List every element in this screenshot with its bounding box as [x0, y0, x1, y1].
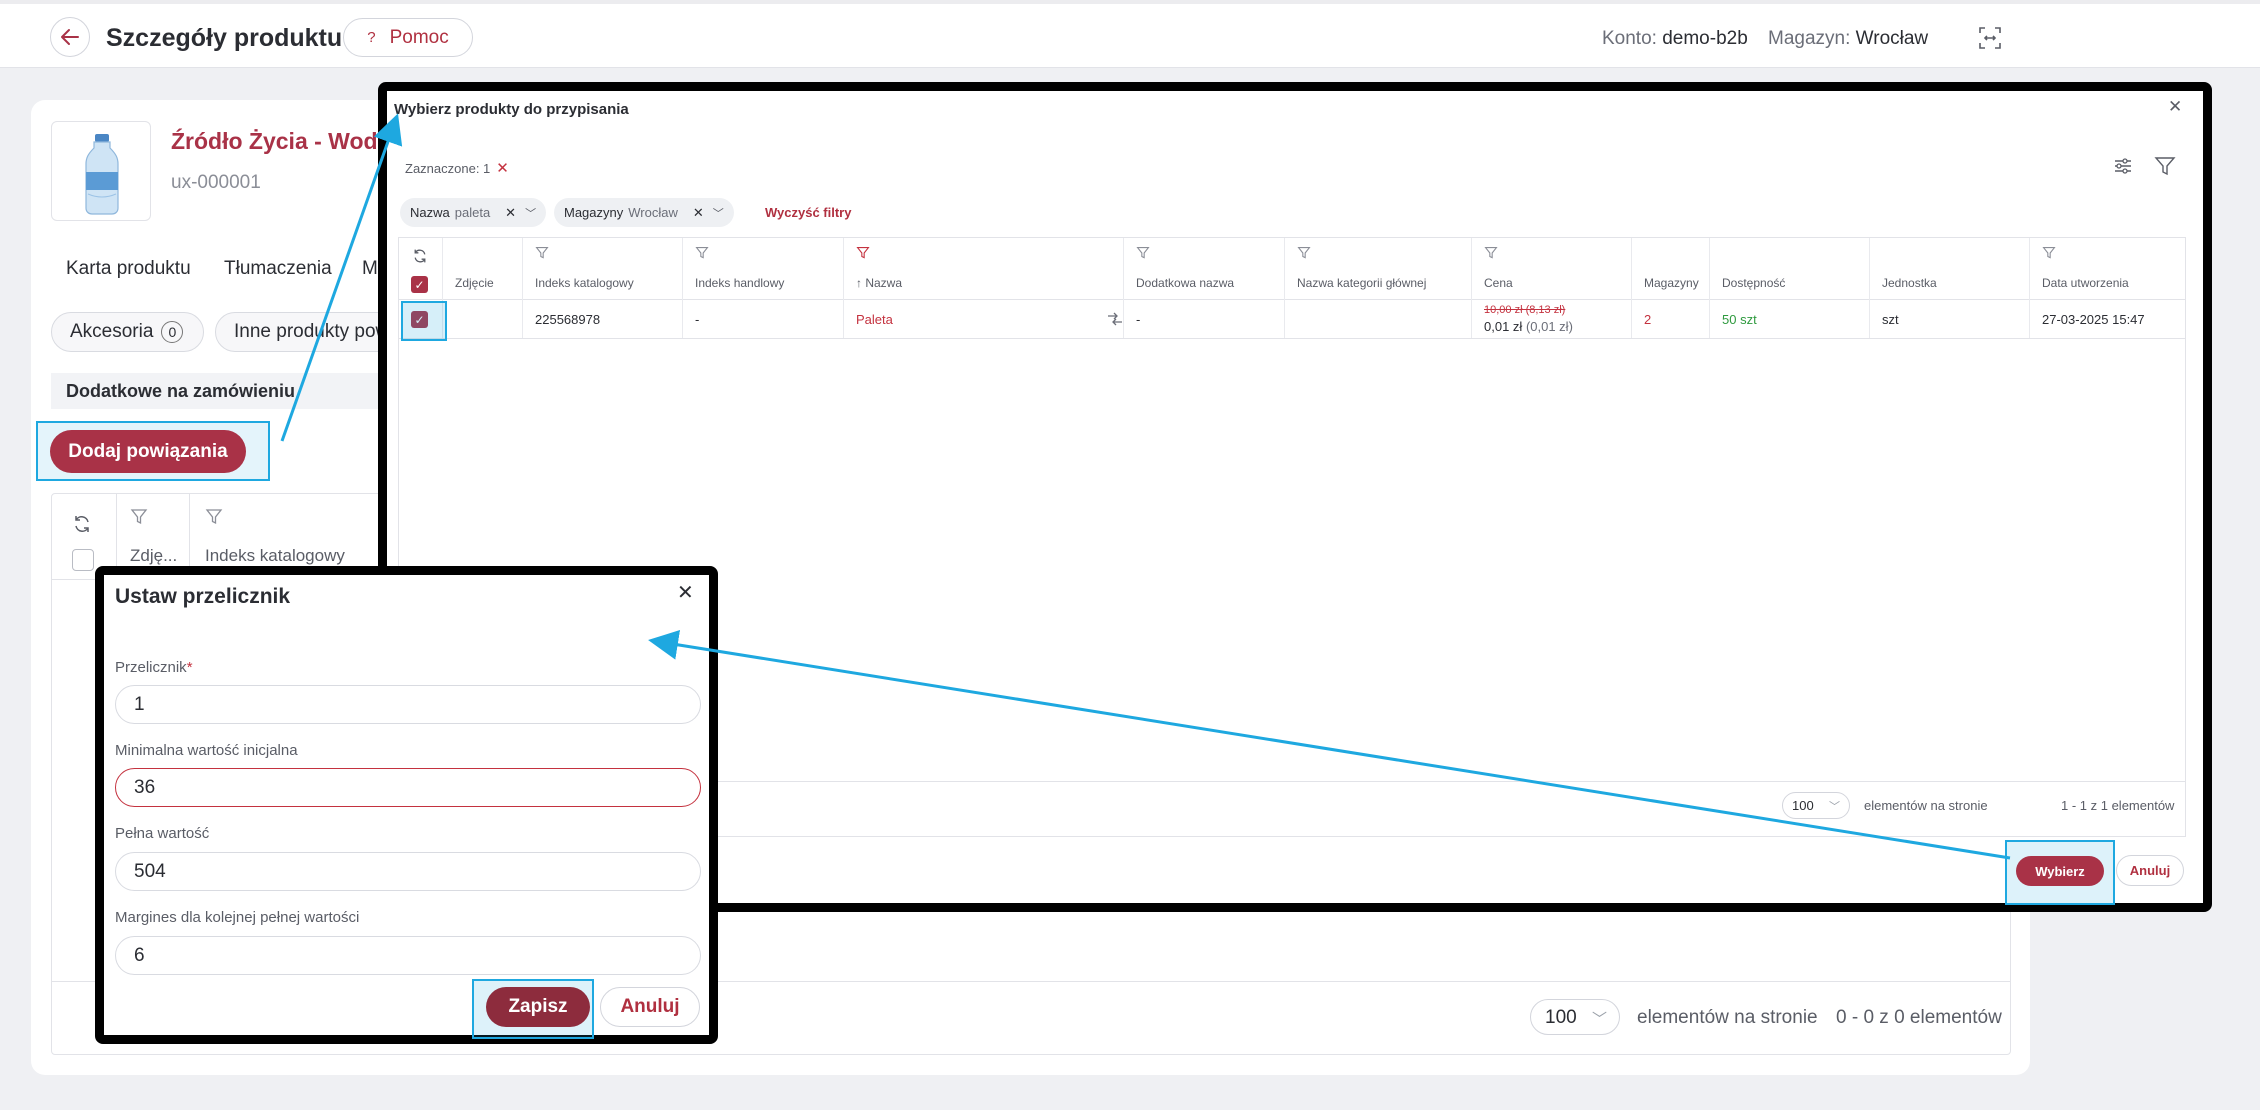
chevron-down-icon[interactable]: ﹀	[713, 205, 724, 221]
margin-label: Margines dla kolejnej pełnej wartości	[115, 909, 360, 926]
column-photo: Zdję...	[130, 546, 178, 565]
column-trade-index: Indeks handlowy	[695, 276, 785, 290]
sort-asc-icon: ↑	[856, 276, 862, 290]
cell-catalog-index: 225568978	[535, 312, 601, 327]
filter-icon[interactable]	[1136, 246, 1150, 260]
converter-label: Przelicznik*	[115, 659, 193, 676]
expand-icon[interactable]	[1978, 26, 2002, 50]
cell-price-new: 0,01 zł (0,01 zł)	[1484, 319, 1573, 334]
column-unit: Jednostka	[1882, 276, 1937, 290]
chevron-down-icon: ﹀	[1829, 801, 1840, 813]
clear-selection-icon[interactable]: ✕	[496, 160, 509, 177]
account-info[interactable]: Konto: demo-b2b	[1602, 28, 1748, 50]
account-value: demo-b2b	[1662, 28, 1748, 49]
page-size-select[interactable]: 100 ﹀	[1782, 792, 1850, 819]
filter-icon[interactable]	[2042, 246, 2056, 260]
range-label: 0 - 0 z 0 elementów	[1836, 1007, 2002, 1028]
cell-warehouses[interactable]: 2	[1644, 312, 1651, 327]
full-value-label: Pełna wartość	[115, 825, 210, 842]
full-value-input[interactable]: 504	[115, 852, 701, 891]
column-name[interactable]: ↑ Nazwa	[856, 276, 902, 290]
remove-filter-icon[interactable]: ✕	[693, 205, 704, 221]
column-photo: Zdjęcie	[455, 276, 494, 290]
back-button[interactable]	[50, 17, 90, 57]
tab-more[interactable]: M	[362, 258, 378, 280]
close-icon[interactable]: ✕	[677, 580, 694, 605]
product-code: ux-000001	[171, 172, 261, 193]
table-row[interactable]: ✓ 225568978 - Paleta - 10,00 zł (8,13 zł…	[399, 300, 2185, 339]
remove-filter-icon[interactable]: ✕	[505, 205, 516, 221]
page-size-select[interactable]: 100 ﹀	[1530, 999, 1620, 1035]
column-price: Cena	[1484, 276, 1513, 290]
accessories-count: 0	[161, 321, 184, 343]
column-catalog-index: Indeks katalogowy	[535, 276, 634, 290]
filter-icon[interactable]	[205, 508, 223, 526]
margin-input[interactable]: 6	[115, 936, 701, 975]
filter-icon[interactable]	[535, 246, 549, 260]
filter-active-icon[interactable]	[856, 246, 870, 260]
cell-name[interactable]: Paleta	[856, 312, 893, 327]
chip-accessories[interactable]: Akcesoria 0	[51, 312, 204, 352]
filter-icon[interactable]	[1297, 246, 1311, 260]
column-settings-icon[interactable]	[2115, 158, 2131, 174]
table-tools	[2115, 157, 2176, 176]
refresh-icon[interactable]	[72, 514, 92, 534]
help-button[interactable]: ? Pomoc	[343, 18, 473, 57]
column-warehouses: Magazyny	[1644, 276, 1699, 290]
tab-product-card[interactable]: Karta produktu	[66, 258, 191, 280]
add-relations-button[interactable]: Dodaj powiązania	[50, 430, 246, 473]
product-name: Źródło Życia - Woda n	[171, 128, 411, 154]
select-all-checkbox[interactable]: ✓	[411, 276, 428, 293]
cell-unit: szt	[1882, 312, 1899, 327]
chevron-down-icon[interactable]: ﹀	[525, 205, 536, 221]
column-created: Data utworzenia	[2042, 276, 2129, 290]
section-additional-on-order: Dodatkowe na zamówieniu	[51, 373, 401, 409]
warehouse-value: Wrocław	[1855, 28, 1929, 49]
top-bar: Szczegóły produktu ? Pomoc Konto: demo-b…	[0, 0, 2260, 68]
tab-translations[interactable]: Tłumaczenia	[224, 258, 332, 280]
cell-availability: 50 szt	[1722, 312, 1757, 327]
filter-icon[interactable]	[695, 246, 709, 260]
question-icon: ?	[367, 29, 376, 46]
product-image	[51, 121, 151, 221]
select-all-checkbox[interactable]	[72, 549, 94, 571]
converter-input[interactable]: 1	[115, 685, 701, 724]
arrow-left-icon	[61, 29, 79, 45]
filter-chip-name[interactable]: Nazwa paleta ✕ ﹀	[400, 198, 547, 227]
per-page-label: elementów na stronie	[1637, 1007, 1818, 1028]
filter-icon[interactable]	[130, 508, 148, 526]
highlight-row-checkbox	[401, 301, 447, 341]
clear-filters-link[interactable]: Wyczyść filtry	[765, 205, 851, 220]
cancel-button[interactable]: Anuluj	[600, 987, 700, 1027]
modal-title: Wybierz produkty do przypisania	[394, 101, 629, 118]
column-main-category: Nazwa kategorii głównej	[1297, 276, 1427, 290]
save-button[interactable]: Zapisz	[486, 987, 590, 1027]
column-availability: Dostępność	[1722, 276, 1786, 290]
cell-trade-index: -	[695, 312, 700, 327]
select-button[interactable]: Wybierz	[2016, 856, 2104, 886]
cell-extra-name: -	[1136, 312, 1141, 327]
column-catalog-index: Indeks katalogowy	[205, 546, 345, 565]
cell-price-old: 10,00 zł (8,13 zł)	[1484, 304, 1566, 316]
column-extra-name: Dodatkowa nazwa	[1136, 276, 1235, 290]
filter-chip-warehouse[interactable]: Magazyny Wrocław ✕ ﹀	[554, 198, 734, 227]
cancel-button[interactable]: Anuluj	[2116, 855, 2184, 886]
warehouse-info[interactable]: Magazyn: Wrocław	[1768, 28, 1928, 50]
refresh-icon[interactable]	[412, 248, 428, 264]
modal-title: Ustaw przelicznik	[115, 585, 291, 608]
page-title: Szczegóły produktu	[106, 24, 343, 52]
per-page-label: elementów na stronie	[1864, 798, 1988, 813]
converter-icon[interactable]	[1107, 312, 1123, 326]
filter-icon[interactable]	[1484, 246, 1498, 260]
help-label: Pomoc	[389, 26, 449, 48]
range-label: 1 - 1 z 1 elementów	[2061, 798, 2175, 813]
min-initial-value-input[interactable]: 36	[115, 768, 701, 807]
min-initial-value-label: Minimalna wartość inicjalna	[115, 742, 298, 759]
filter-icon[interactable]	[2154, 157, 2176, 176]
cell-created: 27-03-2025 15:47	[2042, 312, 2145, 327]
selected-count: Zaznaczone: 1 ✕	[405, 160, 509, 177]
chevron-down-icon: ﹀	[1591, 1011, 1607, 1028]
close-icon[interactable]: ✕	[2168, 97, 2182, 117]
water-bottle-icon	[85, 134, 119, 215]
